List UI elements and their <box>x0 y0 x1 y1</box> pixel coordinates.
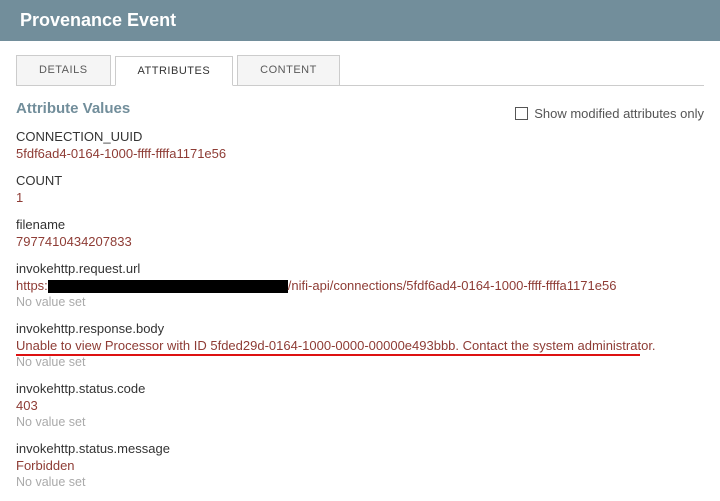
section-header: Attribute Values Show modified attribute… <box>16 86 704 121</box>
attr-value: 1 <box>16 190 704 205</box>
tab-bar: DETAILS ATTRIBUTES CONTENT <box>16 55 704 86</box>
attr-value: https: /nifi-api/connections/5fdf6ad4-016… <box>16 278 704 293</box>
attr-name: invokehttp.request.url <box>16 261 704 276</box>
tab-attributes[interactable]: ATTRIBUTES <box>115 56 234 86</box>
attr-novalue: No value set <box>16 415 704 429</box>
attr-connection-uuid: CONNECTION_UUID 5fdf6ad4-0164-1000-ffff-… <box>16 129 704 161</box>
attr-filename: filename 7977410434207833 <box>16 217 704 249</box>
attr-novalue: No value set <box>16 475 704 489</box>
attr-name: COUNT <box>16 173 704 188</box>
url-suffix: /nifi-api/connections/5fdf6ad4-0164-1000… <box>288 278 617 293</box>
attr-count: COUNT 1 <box>16 173 704 205</box>
attribute-list: CONNECTION_UUID 5fdf6ad4-0164-1000-ffff-… <box>16 129 704 489</box>
attr-value: 5fdf6ad4-0164-1000-ffff-ffffa1171e56 <box>16 146 704 161</box>
attr-value: Unable to view Processor with ID 5fded29… <box>16 338 704 353</box>
attr-name: CONNECTION_UUID <box>16 129 704 144</box>
attr-name: filename <box>16 217 704 232</box>
attr-value: 7977410434207833 <box>16 234 704 249</box>
attr-name: invokehttp.status.code <box>16 381 704 396</box>
attr-request-url: invokehttp.request.url https: /nifi-api/c… <box>16 261 704 309</box>
tab-details[interactable]: DETAILS <box>16 55 111 85</box>
attr-value: 403 <box>16 398 704 413</box>
page-title: Provenance Event <box>20 10 176 30</box>
attr-status-code: invokehttp.status.code 403 No value set <box>16 381 704 429</box>
attr-novalue: No value set <box>16 355 704 369</box>
attr-name: invokehttp.response.body <box>16 321 704 336</box>
show-modified-checkbox[interactable]: Show modified attributes only <box>515 106 704 121</box>
attr-response-body: invokehttp.response.body Unable to view … <box>16 321 704 369</box>
attr-value: Forbidden <box>16 458 704 473</box>
checkbox-icon <box>515 107 528 120</box>
attr-novalue: No value set <box>16 295 704 309</box>
section-title: Attribute Values <box>16 100 130 117</box>
response-body-text: Unable to view Processor with ID 5fded29… <box>16 338 656 353</box>
content-area: DETAILS ATTRIBUTES CONTENT Attribute Val… <box>0 41 720 489</box>
redacted-segment <box>48 280 288 293</box>
tab-content[interactable]: CONTENT <box>237 55 340 85</box>
page-header: Provenance Event <box>0 0 720 41</box>
attr-status-message: invokehttp.status.message Forbidden No v… <box>16 441 704 489</box>
show-modified-label: Show modified attributes only <box>534 106 704 121</box>
url-prefix: https: <box>16 278 48 293</box>
attr-name: invokehttp.status.message <box>16 441 704 456</box>
